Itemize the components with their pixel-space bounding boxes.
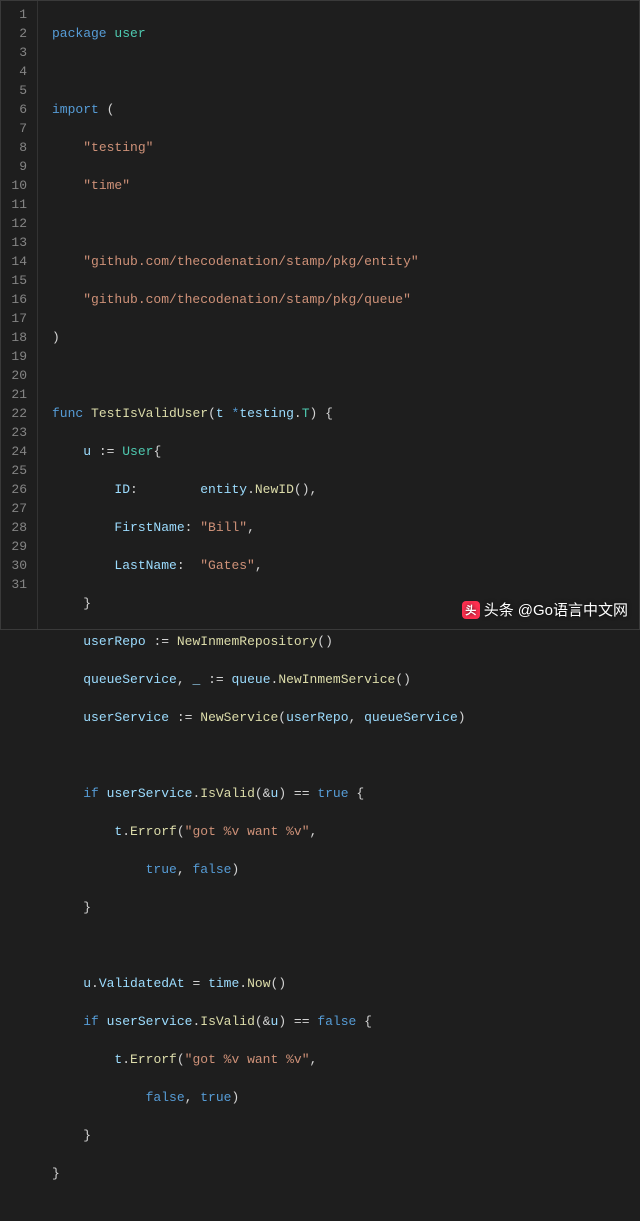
code-line: "github.com/thecodenation/stamp/pkg/queu… [52, 290, 639, 309]
line-number: 1 [5, 5, 27, 24]
code-area: package user import ( "testing" "time" "… [38, 1, 639, 629]
code-line: u.ValidatedAt = time.Now() [52, 974, 639, 993]
line-number: 31 [5, 575, 27, 594]
code-line: if userService.IsValid(&u) == false { [52, 1012, 639, 1031]
line-number: 17 [5, 309, 27, 328]
line-number: 30 [5, 556, 27, 575]
code-line [52, 62, 639, 81]
line-number: 8 [5, 138, 27, 157]
line-number: 3 [5, 43, 27, 62]
code-line: ID: entity.NewID(), [52, 480, 639, 499]
line-number: 4 [5, 62, 27, 81]
line-number: 22 [5, 404, 27, 423]
code-line: userService := NewService(userRepo, queu… [52, 708, 639, 727]
code-line: package user [52, 24, 639, 43]
line-number: 13 [5, 233, 27, 252]
code-line: true, false) [52, 860, 639, 879]
line-number: 27 [5, 499, 27, 518]
code-line: "testing" [52, 138, 639, 157]
code-line: t.Errorf("got %v want %v", [52, 822, 639, 841]
line-number: 11 [5, 195, 27, 214]
code-line: } [52, 898, 639, 917]
line-number: 12 [5, 214, 27, 233]
code-line: false, true) [52, 1088, 639, 1107]
line-number: 28 [5, 518, 27, 537]
code-line [52, 746, 639, 765]
code-line: t.Errorf("got %v want %v", [52, 1050, 639, 1069]
line-number: 21 [5, 385, 27, 404]
code-line: "time" [52, 176, 639, 195]
line-gutter: 1234567891011121314151617181920212223242… [1, 1, 38, 629]
code-line: "github.com/thecodenation/stamp/pkg/enti… [52, 252, 639, 271]
line-number: 16 [5, 290, 27, 309]
line-number: 25 [5, 461, 27, 480]
code-line: import ( [52, 100, 639, 119]
code-line: if userService.IsValid(&u) == true { [52, 784, 639, 803]
code-line: u := User{ [52, 442, 639, 461]
line-number: 19 [5, 347, 27, 366]
code-line: func TestIsValidUser(t *testing.T) { [52, 404, 639, 423]
watermark-handle: @Go语言中文网 [518, 599, 628, 620]
line-number: 9 [5, 157, 27, 176]
line-number: 23 [5, 423, 27, 442]
line-number: 18 [5, 328, 27, 347]
code-line: userRepo := NewInmemRepository() [52, 632, 639, 651]
watermark: 头 头条 @Go语言中文网 [462, 599, 628, 620]
code-line: } [52, 1126, 639, 1145]
line-number: 14 [5, 252, 27, 271]
line-number: 29 [5, 537, 27, 556]
line-number: 2 [5, 24, 27, 43]
line-number: 7 [5, 119, 27, 138]
code-line: } [52, 1164, 639, 1183]
line-number: 24 [5, 442, 27, 461]
line-number: 15 [5, 271, 27, 290]
code-line [52, 214, 639, 233]
line-number: 10 [5, 176, 27, 195]
line-number: 5 [5, 81, 27, 100]
code-line: LastName: "Gates", [52, 556, 639, 575]
watermark-prefix: 头条 [484, 599, 514, 620]
code-editor: 1234567891011121314151617181920212223242… [0, 0, 640, 630]
code-line [52, 936, 639, 955]
line-number: 26 [5, 480, 27, 499]
toutiao-icon: 头 [462, 601, 480, 619]
code-line: FirstName: "Bill", [52, 518, 639, 537]
line-number: 6 [5, 100, 27, 119]
line-number: 20 [5, 366, 27, 385]
code-line: ) [52, 328, 639, 347]
code-line: queueService, _ := queue.NewInmemService… [52, 670, 639, 689]
code-line [52, 366, 639, 385]
